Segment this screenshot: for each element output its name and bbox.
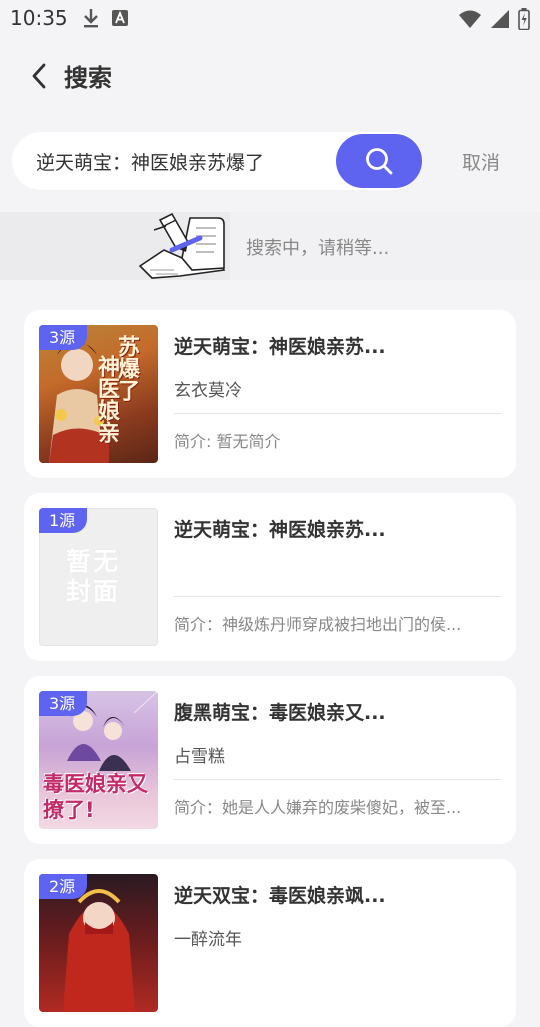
result-card[interactable]: 毒医娘亲又撩了! 3源 腹黑萌宝：毒医娘亲又... 占雪糕 简介：她是人人嫌弃的…: [24, 676, 516, 844]
signal-icon: [491, 10, 509, 28]
result-card[interactable]: 暂无封面 1源 逆天萌宝：神医娘亲苏... 简介：神级炼丹师穿成被扫地出门的侯.…: [24, 493, 516, 661]
book-title: 逆天双宝：毒医娘亲飒...: [174, 885, 386, 907]
card-divider: [174, 413, 501, 414]
search-icon: [366, 148, 393, 175]
wifi-icon: [459, 10, 481, 28]
cover-title-text: 神医娘亲: [94, 355, 119, 443]
cancel-button[interactable]: 取消: [462, 148, 500, 175]
book-author: 占雪糕: [174, 747, 225, 767]
header: 搜索: [0, 52, 540, 100]
status-icons-right: [458, 8, 530, 30]
book-title: 逆天萌宝：神医娘亲苏...: [174, 336, 386, 358]
book-intro: 简介：神级炼丹师穿成被扫地出门的侯...: [174, 615, 462, 634]
card-divider: [174, 596, 501, 597]
source-count-badge: 3源: [39, 691, 88, 716]
book-author: 一醉流年: [174, 930, 242, 950]
writing-pen-illustration: [138, 212, 226, 279]
search-input[interactable]: [36, 132, 326, 190]
back-arrow-icon[interactable]: [28, 62, 52, 90]
result-card[interactable]: 2源 逆天双宝：毒医娘亲飒... 一醉流年: [24, 859, 516, 1027]
book-intro: 简介：她是人人嫌弃的废柴傻妃，被至...: [174, 798, 462, 817]
source-count-badge: 1源: [39, 508, 88, 533]
text-a-icon: [112, 10, 128, 26]
cover-title-text: 毒医娘亲又撩了!: [43, 772, 148, 822]
status-bar: 10:35: [0, 0, 540, 36]
source-count-badge: 2源: [39, 874, 88, 899]
search-button[interactable]: [336, 134, 422, 188]
book-intro: 简介: 暂无简介: [174, 432, 281, 451]
loading-text-box: 搜索中，请稍等...: [230, 212, 540, 280]
loading-banner: 搜索中，请稍等...: [0, 212, 540, 280]
status-time: 10:35: [10, 6, 68, 30]
page-title: 搜索: [64, 64, 112, 92]
no-cover-text: 暂无封面: [66, 547, 121, 606]
book-title: 腹黑萌宝：毒医娘亲又...: [174, 702, 386, 724]
book-title: 逆天萌宝：神医娘亲苏...: [174, 519, 386, 541]
download-icon: [84, 9, 98, 28]
battery-charging-icon: [518, 8, 530, 30]
loading-text: 搜索中，请稍等...: [246, 238, 390, 259]
source-count-badge: 3源: [39, 325, 88, 350]
result-card[interactable]: 苏爆了 神医娘亲 3源 逆天萌宝：神医娘亲苏... 玄衣莫冷 简介: 暂无简介: [24, 310, 516, 478]
card-divider: [174, 779, 501, 780]
book-author: 玄衣莫冷: [174, 381, 242, 401]
status-icons-left: [82, 8, 128, 28]
